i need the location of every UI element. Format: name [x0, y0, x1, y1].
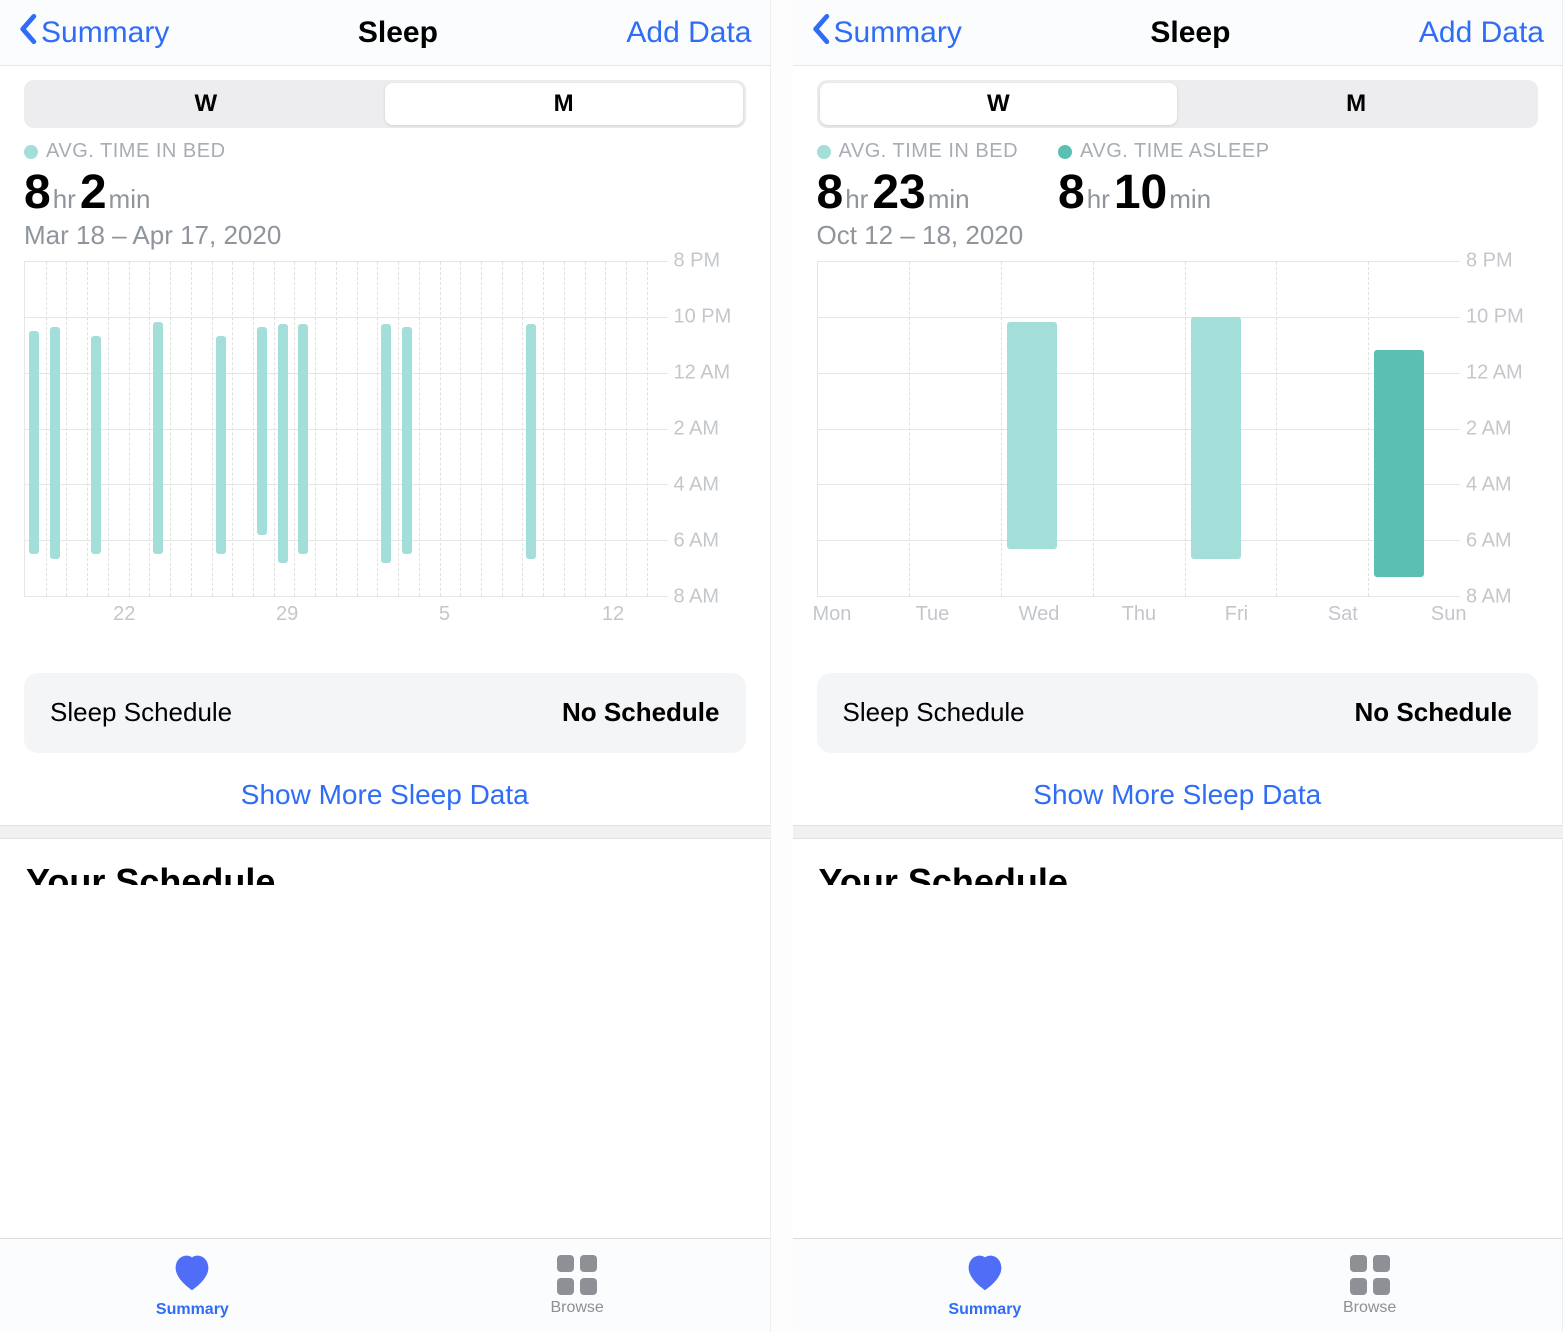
show-more-link[interactable]: Show More Sleep Data — [793, 753, 1563, 825]
add-data-button[interactable]: Add Data — [1419, 16, 1544, 50]
tab-label: Summary — [948, 1301, 1021, 1319]
metric-in-bed: AVG. TIME IN BED 8hr2min — [24, 140, 226, 220]
grid-icon — [557, 1255, 597, 1295]
section-heading: Your Schedule — [0, 839, 770, 885]
metric-value: 8hr23min — [817, 167, 1019, 220]
grid-icon — [1350, 1255, 1390, 1295]
tab-summary[interactable]: Summary — [0, 1239, 385, 1332]
metric-value: 8hr10min — [1058, 167, 1270, 220]
sleep-chart-week[interactable]: 8 PM10 PM12 AM2 AM4 AM6 AM8 AMMonTueWedT… — [817, 261, 1539, 629]
metrics-row: AVG. TIME IN BED 8hr23min AVG. TIME ASLE… — [793, 138, 1563, 222]
dot-icon — [1058, 145, 1072, 159]
sleep-schedule-card[interactable]: Sleep Schedule No Schedule — [24, 673, 746, 753]
back-button[interactable]: Summary — [811, 13, 962, 53]
metric-label: AVG. TIME ASLEEP — [1080, 140, 1270, 163]
metric-asleep: AVG. TIME ASLEEP 8hr10min — [1058, 140, 1270, 220]
show-more-link[interactable]: Show More Sleep Data — [0, 753, 770, 825]
chevron-left-icon — [811, 13, 830, 53]
metric-label: AVG. TIME IN BED — [46, 140, 226, 163]
segment-week[interactable]: W — [27, 83, 385, 125]
navbar: Summary Sleep Add Data — [0, 0, 770, 66]
metric-label: AVG. TIME IN BED — [839, 140, 1019, 163]
metric-value: 8hr2min — [24, 167, 226, 220]
back-label: Summary — [41, 16, 169, 50]
card-label: Sleep Schedule — [50, 697, 232, 728]
tab-bar: Summary Browse — [0, 1238, 770, 1332]
tab-label: Summary — [156, 1301, 229, 1319]
sleep-chart-month[interactable]: 8 PM10 PM12 AM2 AM4 AM6 AM8 AM2229512 — [24, 261, 746, 629]
navbar: Summary Sleep Add Data — [793, 0, 1563, 66]
section-divider — [793, 825, 1563, 839]
section-divider — [0, 825, 770, 839]
date-range: Oct 12 – 18, 2020 — [793, 220, 1563, 251]
tab-browse[interactable]: Browse — [385, 1239, 770, 1332]
dot-icon — [24, 145, 38, 159]
card-label: Sleep Schedule — [843, 697, 1025, 728]
range-segmented[interactable]: W M — [24, 80, 746, 128]
chevron-left-icon — [18, 13, 37, 53]
segment-week[interactable]: W — [820, 83, 1178, 125]
add-data-button[interactable]: Add Data — [626, 16, 751, 50]
back-button[interactable]: Summary — [18, 13, 169, 53]
date-range: Mar 18 – Apr 17, 2020 — [0, 220, 770, 251]
tab-browse[interactable]: Browse — [1177, 1239, 1562, 1332]
section-heading: Your Schedule — [793, 839, 1563, 885]
tab-bar: Summary Browse — [793, 1238, 1563, 1332]
tab-label: Browse — [1343, 1299, 1396, 1317]
metric-in-bed: AVG. TIME IN BED 8hr23min — [817, 140, 1019, 220]
segment-month[interactable]: M — [1177, 83, 1535, 125]
heart-icon — [963, 1252, 1007, 1297]
card-value: No Schedule — [562, 697, 719, 728]
range-segmented[interactable]: W M — [817, 80, 1539, 128]
metrics-row: AVG. TIME IN BED 8hr2min — [0, 138, 770, 222]
sleep-schedule-card[interactable]: Sleep Schedule No Schedule — [817, 673, 1539, 753]
dot-icon — [817, 145, 831, 159]
page-title: Sleep — [358, 16, 438, 50]
tab-summary[interactable]: Summary — [793, 1239, 1178, 1332]
segment-month[interactable]: M — [385, 83, 743, 125]
page-title: Sleep — [1150, 16, 1230, 50]
card-value: No Schedule — [1355, 697, 1512, 728]
pane-week: Summary Sleep Add Data W M AVG. TIME IN … — [793, 0, 1563, 1332]
heart-icon — [170, 1252, 214, 1297]
tab-label: Browse — [550, 1299, 603, 1317]
back-label: Summary — [834, 16, 962, 50]
pane-month: Summary Sleep Add Data W M AVG. TIME IN … — [0, 0, 771, 1332]
